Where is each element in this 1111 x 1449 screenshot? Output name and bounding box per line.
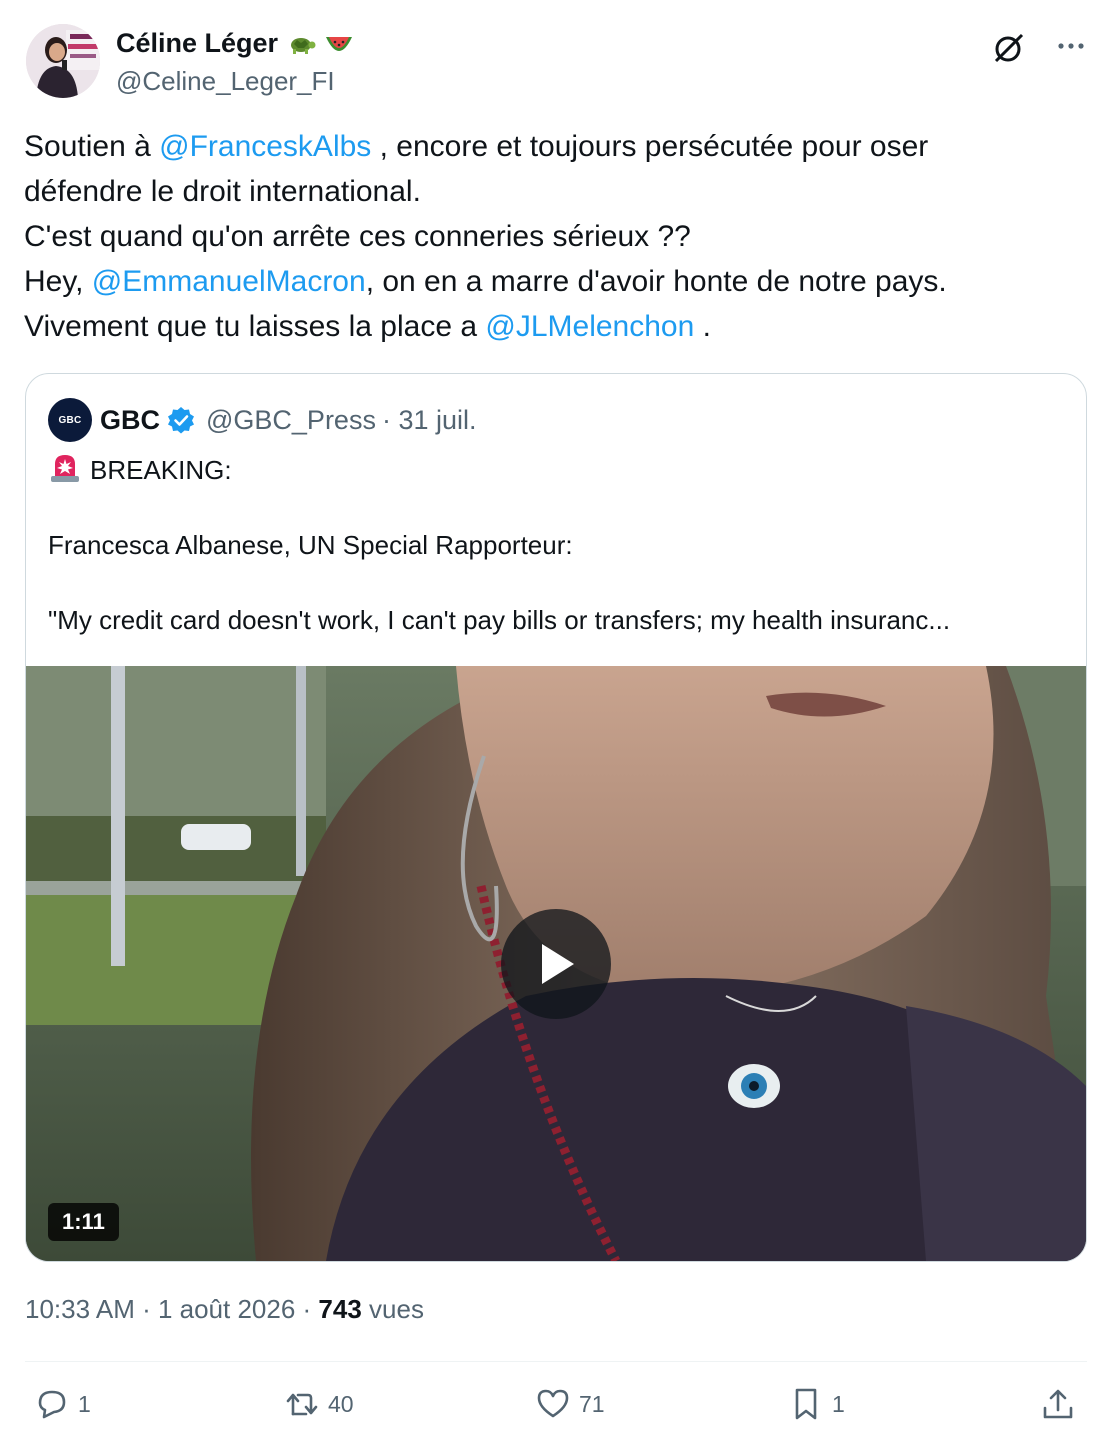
quoted-avatar-text: GBC bbox=[58, 414, 82, 426]
play-icon bbox=[542, 944, 574, 984]
tweet-text-segment: , on en a marre d'avoir honte de notre p… bbox=[365, 265, 947, 298]
verified-badge-icon bbox=[168, 407, 194, 434]
heart-icon bbox=[537, 1389, 569, 1418]
tweet-timestamp[interactable]: 10:33 AM · 1 août 2026 · bbox=[25, 1294, 318, 1324]
tweet-line: Soutien à @FranceskAlbs , encore et touj… bbox=[24, 124, 1084, 169]
quoted-tweet[interactable]: GBC GBC @GBC_Press · 31 juil. BREAKING: … bbox=[25, 373, 1087, 1262]
author-display-name[interactable]: Céline Léger bbox=[116, 28, 278, 59]
quoted-line: Francesca Albanese, UN Special Rapporteu… bbox=[48, 530, 573, 560]
tweet-header: Céline Léger @Celine_Leger_FI bbox=[26, 24, 1091, 102]
bookmark-count: 1 bbox=[832, 1390, 845, 1417]
tweet-text-segment: défendre le droit international. bbox=[24, 175, 421, 208]
quoted-tweet-text: BREAKING: Francesca Albanese, UN Special… bbox=[48, 452, 1068, 639]
quoted-author-avatar[interactable]: GBC bbox=[48, 398, 92, 442]
tweet-text-segment: . bbox=[694, 310, 711, 343]
turtle-emoji-icon bbox=[291, 37, 316, 54]
reply-count: 1 bbox=[78, 1390, 91, 1417]
tweet-meta: 10:33 AM · 1 août 2026 · 743 vues bbox=[25, 1294, 424, 1325]
reply-icon bbox=[38, 1390, 66, 1419]
reply-button[interactable]: 1 bbox=[34, 1386, 91, 1422]
quoted-tweet-date[interactable]: · 31 juil. bbox=[382, 405, 477, 436]
tweet-text-segment: C'est quand qu'on arrête ces conneries s… bbox=[24, 220, 691, 253]
author-handle[interactable]: @Celine_Leger_FI bbox=[116, 66, 335, 97]
tweet-text-segment: Vivement que tu laisses la place a bbox=[24, 310, 486, 343]
share-icon bbox=[1043, 1389, 1073, 1419]
quoted-line: BREAKING: bbox=[48, 452, 1068, 489]
repost-count: 40 bbox=[328, 1390, 354, 1417]
tweet-text-segment: , encore et toujours persécutée pour ose… bbox=[371, 130, 929, 163]
quoted-author-name[interactable]: GBC bbox=[100, 405, 160, 436]
views-count: 743 bbox=[318, 1294, 362, 1324]
watermelon-emoji-icon bbox=[326, 36, 353, 51]
share-button[interactable] bbox=[1040, 1386, 1076, 1422]
tweet-line: Hey, @EmmanuelMacron, on en a marre d'av… bbox=[24, 259, 1084, 304]
more-options-icon[interactable] bbox=[1053, 34, 1089, 58]
tweet-text-segment: Hey, bbox=[24, 265, 92, 298]
mention-link[interactable]: @EmmanuelMacron bbox=[92, 265, 366, 298]
author-name-row: Céline Léger bbox=[116, 28, 354, 59]
bookmark-icon bbox=[795, 1388, 817, 1420]
bookmark-button[interactable]: 1 bbox=[788, 1386, 845, 1422]
tweet-text-segment: Soutien à bbox=[24, 130, 160, 163]
mention-link[interactable]: @JLMelenchon bbox=[485, 310, 694, 343]
video-player[interactable]: 1:11 bbox=[26, 666, 1086, 1261]
tweet-line: défendre le droit international. bbox=[24, 169, 1084, 214]
video-duration: 1:11 bbox=[48, 1203, 119, 1241]
tweet-line: C'est quand qu'on arrête ces conneries s… bbox=[24, 214, 1084, 259]
like-button[interactable]: 71 bbox=[535, 1386, 605, 1422]
repost-button[interactable]: 40 bbox=[284, 1386, 354, 1422]
breaking-label: BREAKING: bbox=[90, 455, 232, 485]
siren-icon bbox=[51, 455, 79, 482]
play-button[interactable] bbox=[501, 909, 611, 1019]
repost-icon bbox=[286, 1393, 318, 1416]
quoted-author-handle[interactable]: @GBC_Press bbox=[206, 405, 376, 436]
author-avatar[interactable] bbox=[26, 24, 100, 98]
divider bbox=[25, 1361, 1087, 1362]
like-count: 71 bbox=[579, 1390, 605, 1417]
tweet-text: Soutien à @FranceskAlbs , encore et touj… bbox=[24, 124, 1084, 349]
quoted-line: "My credit card doesn't work, I can't pa… bbox=[48, 605, 951, 635]
tweet-line: Vivement que tu laisses la place a @JLMe… bbox=[24, 304, 1084, 349]
views-label: vues bbox=[361, 1294, 424, 1324]
grok-icon[interactable] bbox=[991, 30, 1027, 66]
mention-link[interactable]: @FranceskAlbs bbox=[159, 130, 371, 163]
quoted-tweet-header: GBC GBC @GBC_Press · 31 juil. bbox=[48, 398, 477, 442]
action-bar: 1 40 71 1 bbox=[0, 1386, 1111, 1430]
